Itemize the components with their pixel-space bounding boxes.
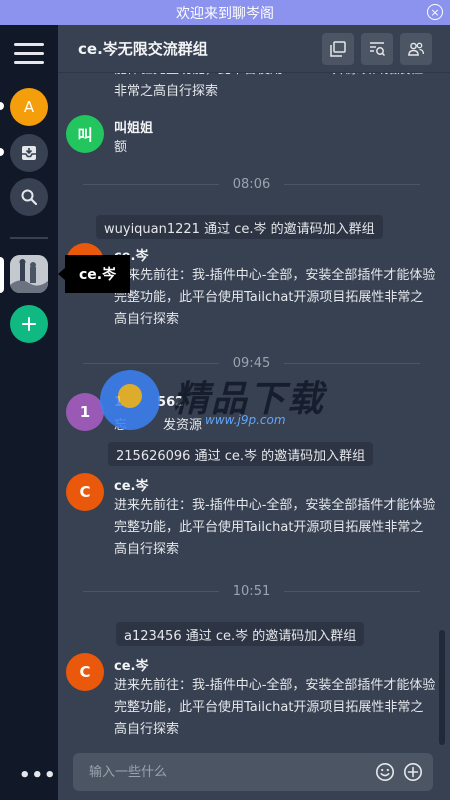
message-body: 额: [114, 140, 128, 155]
user-avatar[interactable]: A: [10, 88, 48, 126]
sender-name[interactable]: 叫姐姐: [114, 117, 153, 136]
search-messages-button[interactable]: [361, 33, 393, 65]
time-divider: 09:45: [83, 353, 420, 373]
sender-name[interactable]: 1 562: [114, 395, 184, 410]
active-group-indicator: [0, 257, 4, 293]
group-icon[interactable]: [10, 255, 48, 293]
message-body: 进来先前往：我-插件中心-全部，安装全部插件才能体验完整功能，此平台使用Tail…: [114, 498, 436, 557]
scrollbar-thumb[interactable]: [439, 630, 445, 745]
sender-name[interactable]: ce.岑: [114, 655, 148, 674]
add-group-button[interactable]: [10, 305, 48, 343]
avatar[interactable]: 叫: [66, 115, 104, 153]
avatar[interactable]: C: [66, 653, 104, 691]
search-icon: [21, 189, 38, 206]
time-label: 09:45: [232, 355, 271, 371]
time-divider: 10:51: [83, 581, 420, 601]
message-body: 忘发资源: [114, 418, 203, 433]
message-input[interactable]: [89, 753, 369, 791]
time-label: 10:51: [232, 583, 271, 599]
close-icon[interactable]: ×: [427, 4, 443, 20]
group-title: ce.岑无限交流群组: [78, 40, 208, 58]
message-composer: [73, 753, 433, 791]
chat-header: ce.岑无限交流群组: [58, 25, 450, 73]
plus-icon: [22, 317, 36, 331]
sidebar-indicator: [0, 148, 4, 156]
system-message: wuyiquan1221 通过 ce.岑 的邀请码加入群组: [96, 215, 383, 239]
search-list-icon: [370, 42, 386, 57]
system-message: a123456 通过 ce.岑 的邀请码加入群组: [116, 622, 365, 646]
emoji-icon: [376, 763, 394, 781]
plus-circle-icon: [404, 763, 422, 781]
search-button[interactable]: [10, 178, 48, 216]
inbox-button[interactable]: [10, 134, 48, 172]
time-label: 08:06: [232, 176, 271, 192]
more-options-icon[interactable]: •••: [19, 765, 57, 786]
sidebar-divider: [10, 237, 48, 239]
emoji-button[interactable]: [375, 762, 395, 782]
time-divider: 08:06: [83, 174, 420, 194]
add-attachment-button[interactable]: [403, 762, 423, 782]
inbox-icon: [22, 146, 36, 160]
avatar[interactable]: C: [66, 473, 104, 511]
welcome-banner: 欢迎来到聊岑阁 ×: [0, 0, 450, 25]
sidebar: A •••: [0, 25, 58, 800]
user-avatar-letter: A: [23, 98, 35, 116]
message-body: 能体验完整功能，此平台使用Tailchat开源项目拓展性非常之高自行探索: [114, 73, 423, 99]
users-icon: [408, 42, 425, 56]
message-list[interactable]: 能体验完整功能，此平台使用Tailchat开源项目拓展性非常之高自行探索 叫 叫…: [58, 73, 438, 748]
message-body: 进来先前往：我-插件中心-全部，安装全部插件才能体验完整功能，此平台使用Tail…: [114, 268, 436, 327]
system-message: 215626096 通过 ce.岑 的邀请码加入群组: [108, 442, 374, 466]
window-icon: [330, 41, 346, 57]
sender-name[interactable]: ce.岑: [114, 475, 148, 494]
menu-icon[interactable]: [14, 43, 44, 65]
banner-text: 欢迎来到聊岑阁: [176, 5, 274, 22]
panel-button[interactable]: [322, 33, 354, 65]
avatar[interactable]: 1: [66, 393, 104, 431]
members-button[interactable]: [400, 33, 432, 65]
sidebar-indicator: [0, 102, 4, 110]
group-name-tooltip: ce.岑: [57, 255, 131, 293]
message-body: 进来先前往：我-插件中心-全部，安装全部插件才能体验完整功能，此平台使用Tail…: [114, 678, 436, 737]
